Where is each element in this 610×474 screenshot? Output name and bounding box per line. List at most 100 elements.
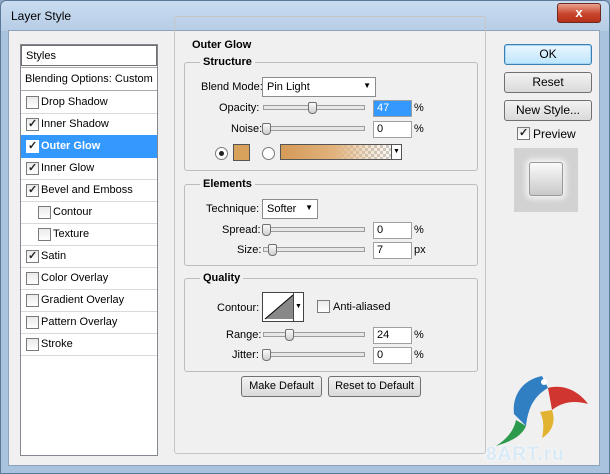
noise-label: Noise:: [231, 123, 263, 135]
range-label: Range:: [226, 329, 262, 341]
style-item-label: Gradient Overlay: [41, 294, 125, 306]
jitter-label: Jitter:: [232, 349, 259, 361]
window-title: Layer Style: [11, 9, 72, 23]
opacity-slider-thumb[interactable]: [308, 102, 317, 114]
gradient-dropdown-icon[interactable]: ▼: [391, 144, 402, 160]
glow-color-swatch[interactable]: [233, 144, 250, 161]
style-item-texture[interactable]: Texture: [21, 223, 157, 246]
style-checkbox[interactable]: [38, 228, 51, 241]
blending-options-label: Blending Options: Custom: [25, 73, 153, 85]
gradient-radio[interactable]: [262, 147, 275, 160]
glow-gradient-picker[interactable]: [280, 144, 400, 160]
style-item-drop-shadow[interactable]: Drop Shadow: [21, 91, 157, 114]
contour-curve-icon: [264, 294, 294, 320]
style-item-stroke[interactable]: Stroke: [21, 333, 157, 356]
style-checkbox[interactable]: [26, 96, 39, 109]
style-checkbox[interactable]: [26, 338, 39, 351]
make-default-button[interactable]: Make Default: [241, 376, 322, 397]
style-item-bevel-and-emboss[interactable]: Bevel and Emboss: [21, 179, 157, 202]
noise-slider[interactable]: [263, 126, 365, 131]
size-label: Size:: [237, 244, 262, 256]
blending-options-item[interactable]: Blending Options: Custom: [21, 67, 157, 91]
quality-title: Quality: [200, 272, 244, 284]
style-checkbox[interactable]: [26, 249, 39, 263]
technique-label: Technique:: [206, 203, 260, 215]
size-slider-thumb[interactable]: [268, 244, 277, 256]
elements-title: Elements: [200, 178, 255, 190]
spread-slider-thumb[interactable]: [262, 224, 271, 236]
contour-picker[interactable]: [262, 292, 296, 322]
style-checkbox[interactable]: [26, 183, 39, 197]
close-icon: x: [575, 5, 583, 20]
style-checkbox[interactable]: [26, 294, 39, 307]
watermark-text: 8ART.ru: [486, 444, 565, 465]
blend-mode-select[interactable]: Pin Light ▼: [262, 77, 376, 97]
panel-title: Outer Glow: [192, 39, 252, 51]
contour-dropdown-icon[interactable]: ▼: [293, 292, 304, 322]
noise-slider-thumb[interactable]: [262, 123, 271, 135]
quality-group: [184, 278, 478, 372]
style-checkbox[interactable]: [26, 272, 39, 285]
style-item-label: Drop Shadow: [41, 96, 108, 108]
range-unit: %: [414, 329, 424, 341]
chevron-down-icon: ▼: [363, 81, 371, 90]
solid-color-radio[interactable]: [215, 147, 228, 160]
chevron-down-icon: ▼: [305, 203, 313, 212]
style-item-color-overlay[interactable]: Color Overlay: [21, 267, 157, 290]
style-item-inner-glow[interactable]: Inner Glow: [21, 157, 157, 180]
reset-button[interactable]: Reset: [504, 72, 592, 93]
styles-list: Styles Blending Options: Custom Drop Sha…: [20, 44, 158, 456]
style-checkbox[interactable]: [26, 139, 39, 153]
style-item-gradient-overlay[interactable]: Gradient Overlay: [21, 289, 157, 312]
noise-unit: %: [414, 123, 424, 135]
reset-to-default-button[interactable]: Reset to Default: [328, 376, 421, 397]
spread-unit: %: [414, 224, 424, 236]
size-unit: px: [414, 244, 426, 256]
spread-label: Spread:: [222, 224, 261, 236]
structure-title: Structure: [200, 56, 255, 68]
style-item-outer-glow[interactable]: Outer Glow: [21, 135, 157, 158]
technique-select[interactable]: Softer ▼: [262, 199, 318, 219]
styles-header[interactable]: Styles: [21, 45, 157, 66]
range-slider[interactable]: [263, 332, 365, 337]
style-checkbox[interactable]: [26, 161, 39, 175]
style-item-contour[interactable]: Contour: [21, 201, 157, 224]
close-button[interactable]: x: [557, 3, 601, 23]
jitter-unit: %: [414, 349, 424, 361]
opacity-unit: %: [414, 102, 424, 114]
style-item-label: Inner Shadow: [41, 118, 109, 130]
ok-button[interactable]: OK: [504, 44, 592, 65]
spread-slider[interactable]: [263, 227, 365, 232]
preview-checkbox[interactable]: [517, 126, 530, 140]
style-item-inner-shadow[interactable]: Inner Shadow: [21, 113, 157, 136]
style-item-label: Texture: [53, 228, 90, 240]
size-input[interactable]: 7: [373, 242, 412, 259]
jitter-slider[interactable]: [263, 352, 365, 357]
range-slider-thumb[interactable]: [285, 329, 294, 341]
new-style-button[interactable]: New Style...: [504, 100, 592, 121]
style-item-label: Pattern Overlay: [41, 316, 118, 328]
parrot-logo-icon: [496, 376, 588, 446]
jitter-input[interactable]: 0: [373, 347, 412, 364]
style-checkbox[interactable]: [26, 316, 39, 329]
spread-input[interactable]: 0: [373, 222, 412, 239]
noise-input[interactable]: 0: [373, 121, 412, 138]
contour-label: Contour:: [217, 302, 260, 314]
preview-swatch: [529, 162, 563, 196]
size-slider[interactable]: [263, 247, 365, 252]
style-item-label: Stroke: [41, 338, 73, 350]
style-item-satin[interactable]: Satin: [21, 245, 157, 268]
style-item-label: Outer Glow: [41, 140, 101, 152]
anti-aliased-checkbox[interactable]: [317, 300, 330, 313]
style-item-label: Inner Glow: [41, 162, 95, 174]
opacity-input[interactable]: 47: [373, 100, 412, 117]
style-item-pattern-overlay[interactable]: Pattern Overlay: [21, 311, 157, 334]
style-item-label: Satin: [41, 250, 67, 262]
style-item-label: Color Overlay: [41, 272, 109, 284]
opacity-label: Opacity:: [219, 102, 260, 114]
jitter-slider-thumb[interactable]: [262, 349, 271, 361]
style-checkbox[interactable]: [38, 206, 51, 219]
styles-header-label: Styles: [26, 50, 56, 62]
range-input[interactable]: 24: [373, 327, 412, 344]
style-checkbox[interactable]: [26, 117, 39, 131]
